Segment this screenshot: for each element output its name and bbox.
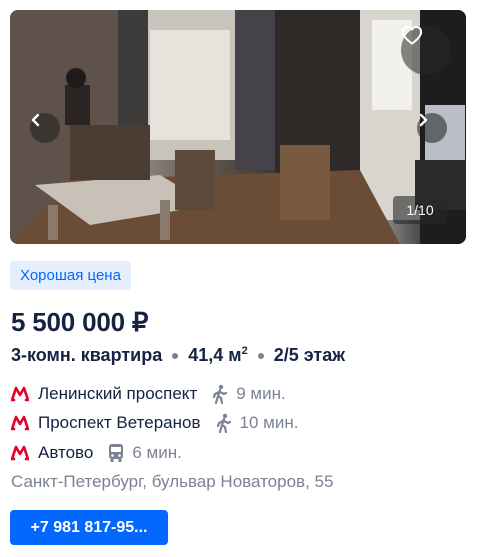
next-photo-button[interactable] bbox=[417, 113, 447, 143]
separator-dot bbox=[257, 352, 264, 359]
separator-dot bbox=[172, 352, 179, 359]
walking-person-icon bbox=[213, 384, 228, 404]
show-phone-button[interactable]: +7 981 817-95... bbox=[10, 510, 168, 545]
listing-params: 3-комн. квартира 41,4 м2 2/5 этаж bbox=[11, 345, 345, 366]
chevron-left-icon bbox=[31, 113, 40, 127]
rooms-label: 3-комн. квартира bbox=[11, 345, 163, 365]
listing-price: 5 500 000 ₽ bbox=[11, 307, 149, 337]
metro-row[interactable]: Проспект Ветеранов 10 мин. bbox=[11, 411, 298, 435]
metro-station-name: Автово bbox=[38, 443, 94, 462]
heart-outline-icon bbox=[401, 26, 423, 45]
metro-logo-icon bbox=[11, 445, 29, 461]
metro-station-name: Проспект Ветеранов bbox=[38, 413, 201, 432]
metro-logo-icon bbox=[11, 415, 29, 431]
metro-row[interactable]: Ленинский проспект 9 мин. bbox=[11, 382, 286, 406]
metro-row[interactable]: Автово 6 мин. bbox=[11, 441, 182, 465]
listing-photo[interactable]: 1/10 bbox=[10, 10, 466, 244]
prev-photo-button[interactable] bbox=[30, 113, 60, 143]
good-price-badge: Хорошая цена bbox=[10, 261, 131, 290]
metro-travel-time: 10 мин. bbox=[239, 413, 299, 432]
walking-person-icon bbox=[216, 413, 231, 433]
metro-logo-icon bbox=[11, 386, 29, 402]
listing-address[interactable]: Санкт-Петербург, бульвар Новаторов, 55 bbox=[11, 472, 333, 492]
chevron-right-icon bbox=[419, 113, 428, 127]
photo-counter: 1/10 bbox=[393, 196, 447, 224]
metro-station-name: Ленинский проспект bbox=[38, 384, 198, 403]
metro-travel-time: 9 мин. bbox=[236, 384, 286, 403]
metro-travel-time: 6 мин. bbox=[132, 443, 182, 462]
floor-label: 2/5 этаж bbox=[273, 345, 346, 365]
bus-icon bbox=[109, 444, 124, 462]
area-label: 41,4 м2 bbox=[188, 345, 248, 365]
favorite-button[interactable] bbox=[401, 25, 451, 75]
